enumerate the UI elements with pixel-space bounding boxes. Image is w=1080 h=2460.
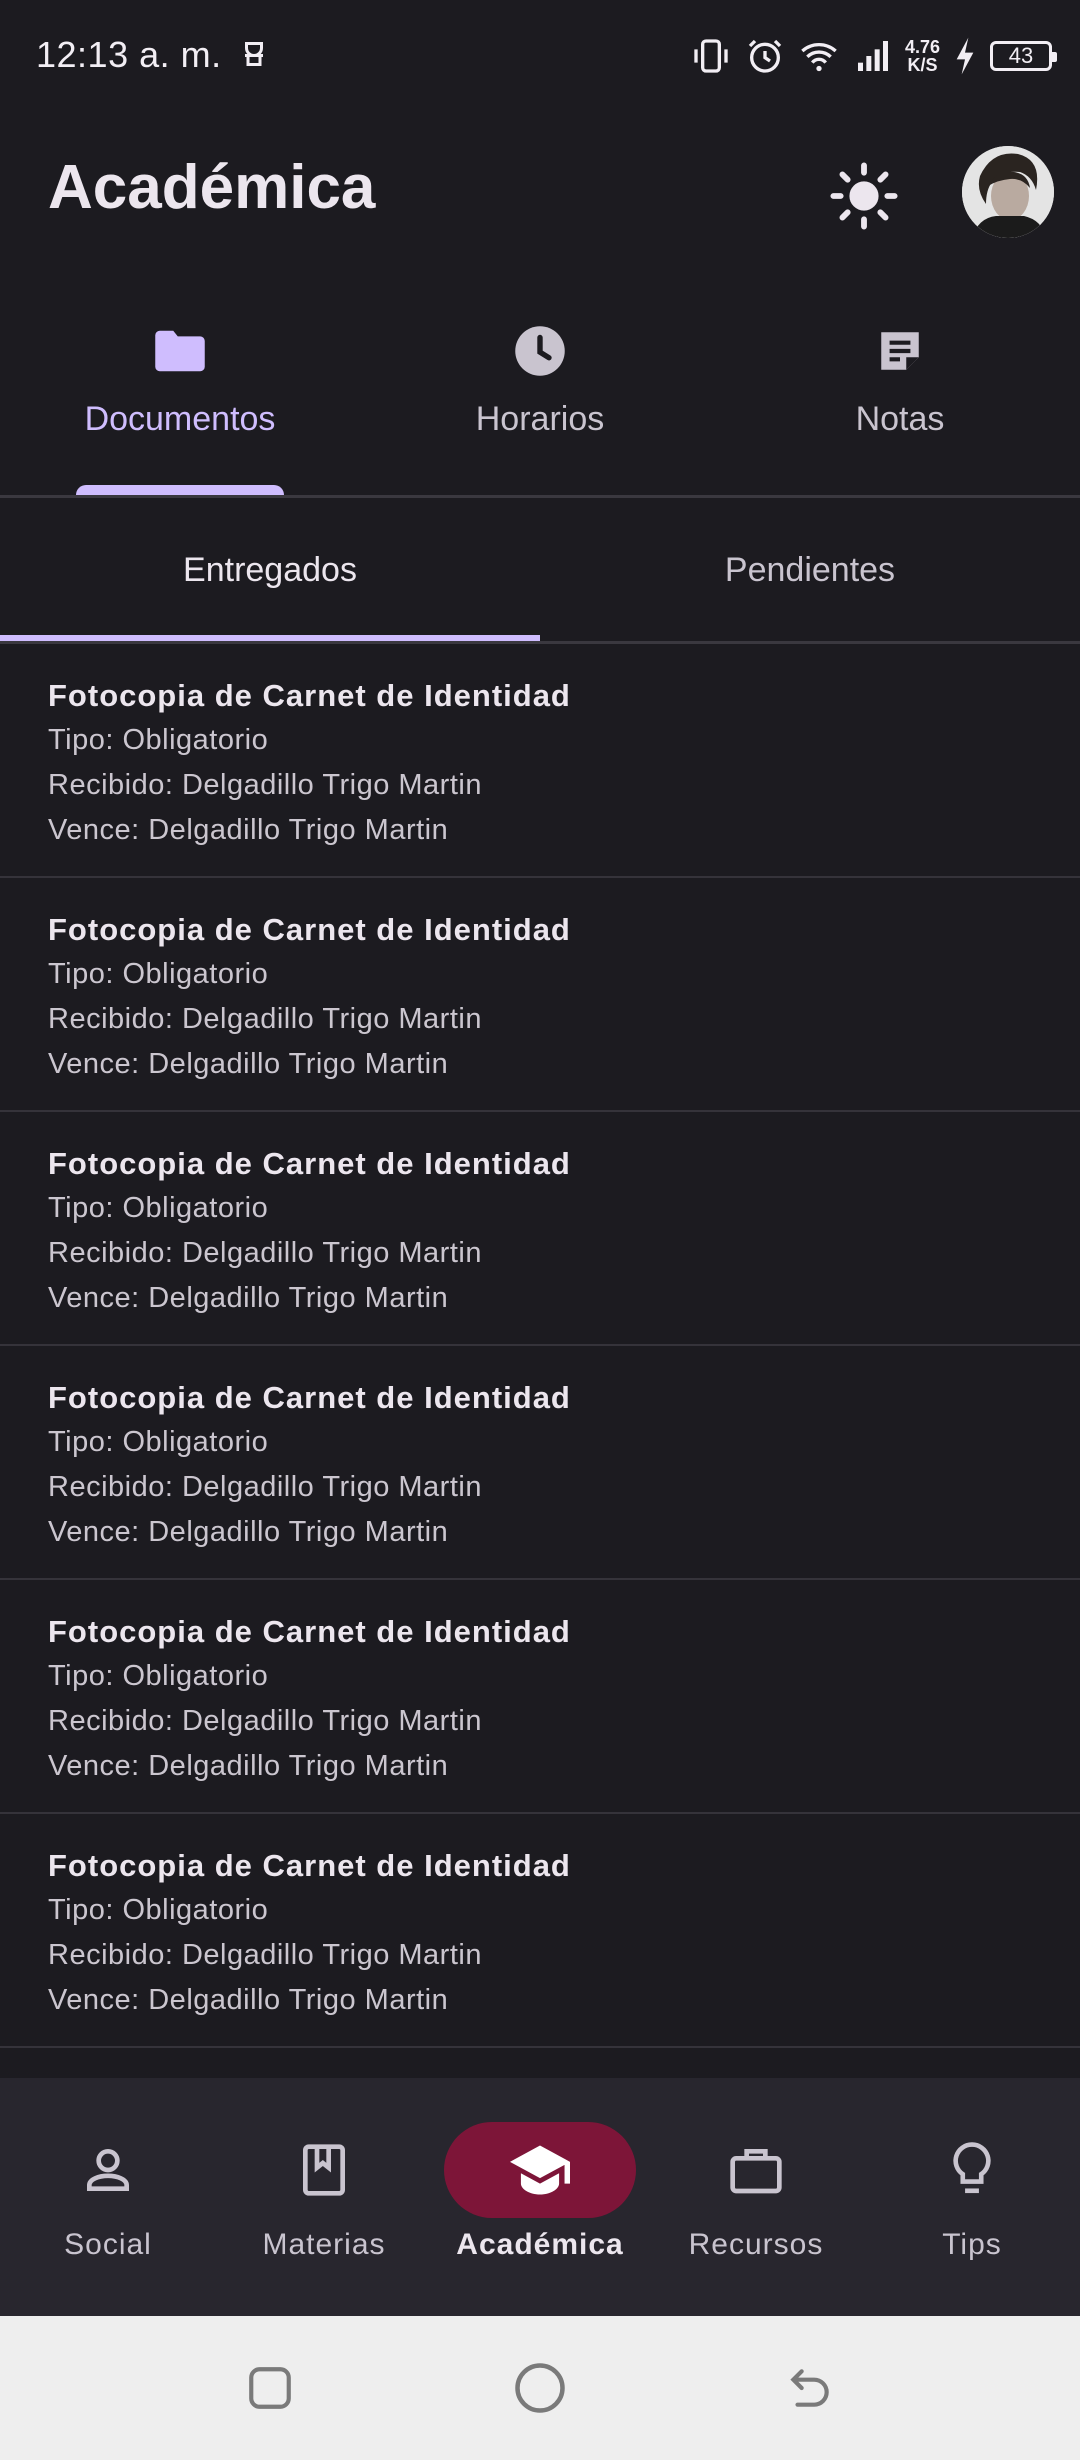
document-title: Fotocopia de Carnet de Identidad (48, 1614, 571, 1649)
document-expires: Vence: Delgadillo Trigo Martin (48, 1750, 449, 1782)
document-received: Recibido: Delgadillo Trigo Martin (48, 1471, 482, 1503)
document-title: Fotocopia de Carnet de Identidad (48, 1848, 571, 1883)
document-title: Fotocopia de Carnet de Identidad (48, 678, 571, 713)
document-expires: Vence: Delgadillo Trigo Martin (48, 1048, 449, 1080)
nav-label: Académica (456, 2228, 624, 2261)
notification-icon (245, 42, 263, 66)
profile-photo (962, 146, 1054, 238)
sun-icon (830, 162, 898, 230)
network-speed-value: 4.76 (904, 37, 940, 57)
graduation-cap-icon (510, 2145, 570, 2195)
charging-icon (956, 37, 974, 75)
status-time: 12:13 a. m. (36, 34, 222, 75)
person-icon (87, 2149, 129, 2191)
nav-label: Tips (942, 2228, 1002, 2261)
lightbulb-icon (953, 2142, 991, 2194)
document-type: Tipo: Obligatorio (48, 958, 269, 990)
tab-pendientes[interactable]: Pendientes (540, 500, 1080, 641)
nav-item-academica[interactable]: Académica (432, 2078, 648, 2316)
list-item[interactable]: Fotocopia de Carnet de Identidad Tipo: O… (0, 1580, 1080, 1814)
active-tab-indicator (0, 635, 540, 641)
document-type: Tipo: Obligatorio (48, 1192, 269, 1224)
avatar[interactable] (962, 146, 1054, 238)
nav-item-tips[interactable]: Tips (864, 2078, 1080, 2316)
tab-label: Notas (855, 400, 945, 438)
recents-button[interactable] (238, 2356, 302, 2420)
nav-item-materias[interactable]: Materias (216, 2078, 432, 2316)
theme-toggle-button[interactable] (826, 158, 902, 234)
list-item[interactable]: Fotocopia de Carnet de Identidad Tipo: O… (0, 1346, 1080, 1580)
battery-indicator: 43 (990, 41, 1057, 71)
top-tab-bar: Documentos Horarios Notas (0, 290, 1080, 498)
alarm-icon (748, 39, 782, 73)
document-type: Tipo: Obligatorio (48, 724, 269, 756)
status-bar: 12:13 a. m. 4.76 K/S 43 (0, 0, 1080, 110)
nav-label: Social (64, 2228, 152, 2261)
back-arrow-icon (790, 2369, 829, 2407)
tab-label: Pendientes (724, 551, 896, 589)
active-nav-pill (444, 2122, 636, 2218)
tab-documentos[interactable]: Documentos (0, 290, 360, 495)
document-received: Recibido: Delgadillo Trigo Martin (48, 1237, 482, 1269)
document-received: Recibido: Delgadillo Trigo Martin (48, 1705, 482, 1737)
nav-item-social[interactable]: Social (0, 2078, 216, 2316)
page-title: Académica (48, 153, 376, 222)
home-button[interactable] (508, 2356, 572, 2420)
document-expires: Vence: Delgadillo Trigo Martin (48, 1282, 449, 1314)
document-expires: Vence: Delgadillo Trigo Martin (48, 1984, 449, 2016)
document-type: Tipo: Obligatorio (48, 1894, 269, 1926)
network-speed-unit: K/S (907, 55, 938, 75)
document-title: Fotocopia de Carnet de Identidad (48, 1380, 571, 1415)
vibrate-icon (694, 39, 728, 73)
clock-icon (515, 326, 565, 376)
document-received: Recibido: Delgadillo Trigo Martin (48, 1939, 482, 1971)
document-received: Recibido: Delgadillo Trigo Martin (48, 1003, 482, 1035)
circle-icon (515, 2363, 565, 2413)
document-expires: Vence: Delgadillo Trigo Martin (48, 1516, 449, 1548)
document-expires: Vence: Delgadillo Trigo Martin (48, 814, 449, 846)
list-item[interactable]: Fotocopia de Carnet de Identidad Tipo: O… (0, 1112, 1080, 1346)
list-item[interactable]: Fotocopia de Carnet de Identidad Tipo: O… (0, 1814, 1080, 2048)
nav-item-recursos[interactable]: Recursos (648, 2078, 864, 2316)
note-icon (881, 332, 919, 370)
signal-icon (857, 41, 888, 71)
list-item[interactable]: Fotocopia de Carnet de Identidad Tipo: O… (0, 644, 1080, 878)
nav-label: Recursos (688, 2228, 824, 2261)
app-screen: 12:13 a. m. 4.76 K/S 43 Académica Docume… (0, 0, 1080, 2460)
list-item[interactable]: Fotocopia de Carnet de Identidad Tipo: O… (0, 878, 1080, 1112)
sub-tab-bar: Entregados Pendientes (0, 500, 1080, 644)
document-received: Recibido: Delgadillo Trigo Martin (48, 769, 482, 801)
document-title: Fotocopia de Carnet de Identidad (48, 1146, 571, 1181)
tab-entregados[interactable]: Entregados (0, 500, 540, 641)
document-title: Fotocopia de Carnet de Identidad (48, 912, 571, 947)
battery-level: 43 (1008, 43, 1034, 68)
square-icon (249, 2367, 291, 2409)
tab-label: Documentos (84, 400, 276, 438)
book-icon (303, 2144, 345, 2196)
active-tab-indicator (76, 485, 284, 495)
tab-horarios[interactable]: Horarios (360, 290, 720, 495)
wifi-icon (801, 43, 837, 72)
briefcase-icon (730, 2149, 782, 2194)
tab-label: Horarios (475, 400, 605, 438)
status-icons: 4.76 K/S 43 (689, 30, 1057, 82)
document-type: Tipo: Obligatorio (48, 1426, 269, 1458)
tab-notas[interactable]: Notas (720, 290, 1080, 495)
bottom-navigation: Social Materias Académica Recursos Tips (0, 2078, 1080, 2316)
tab-label: Entregados (183, 551, 357, 589)
network-speed: 4.76 K/S (905, 38, 940, 74)
back-button[interactable] (778, 2356, 842, 2420)
nav-label: Materias (262, 2228, 386, 2261)
system-navigation-bar (0, 2316, 1080, 2460)
folder-icon (155, 330, 205, 372)
document-type: Tipo: Obligatorio (48, 1660, 269, 1692)
document-list: Fotocopia de Carnet de Identidad Tipo: O… (0, 644, 1080, 2048)
